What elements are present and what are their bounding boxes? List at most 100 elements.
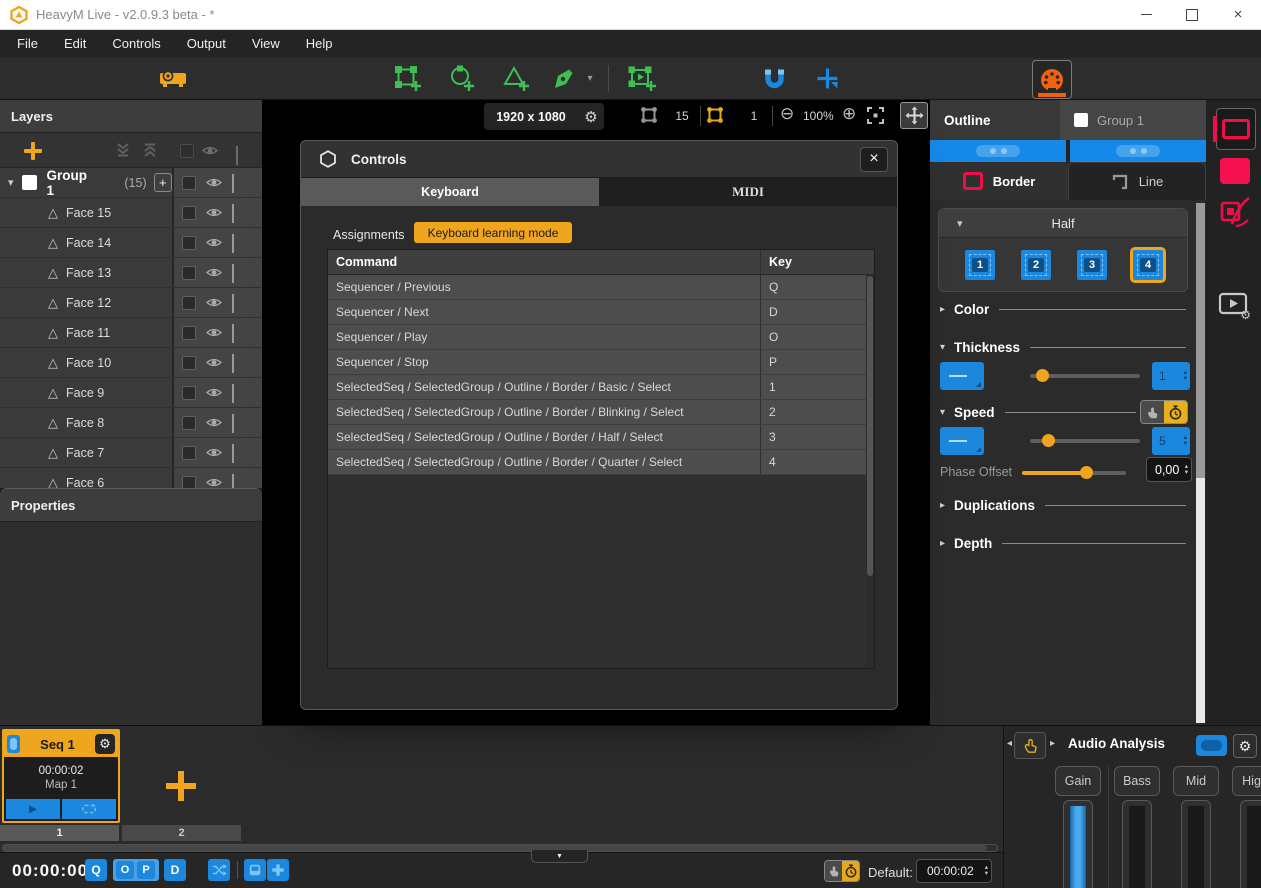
global-state-checkbox[interactable] (180, 144, 194, 158)
expand-chevron-icon[interactable] (232, 294, 234, 312)
add-circle-tool[interactable] (446, 58, 476, 99)
add-column-button[interactable] (267, 859, 289, 881)
layer-row-face[interactable]: △Face 14 (0, 228, 262, 258)
player-settings-button[interactable]: ⚙ (1217, 290, 1253, 324)
controls-dialog-titlebar[interactable]: Controls × (301, 141, 897, 178)
visibility-eye-icon[interactable] (206, 177, 222, 188)
speed-spinner[interactable]: 5 ▴▾ (1152, 427, 1190, 455)
border-mode-dropdown[interactable]: ▾ Half (939, 209, 1187, 238)
visibility-eye-icon[interactable] (206, 207, 222, 218)
spinner-arrows-icon[interactable]: ▴▾ (1184, 427, 1187, 455)
pen-tool[interactable] (549, 58, 577, 99)
visibility-eye-icon[interactable] (206, 447, 222, 458)
table-row[interactable]: Sequencer / StopP (328, 350, 874, 375)
projector-output-button[interactable] (155, 58, 191, 99)
preset-button-3[interactable]: 3 (1077, 250, 1107, 280)
expand-chevron-icon[interactable] (232, 414, 234, 432)
expand-chevron-icon[interactable] (232, 444, 234, 462)
thickness-mode-dropdown[interactable] (940, 362, 984, 390)
speed-mode-dropdown[interactable] (940, 427, 984, 455)
pen-tool-dropdown[interactable]: ▾ (583, 58, 597, 99)
menu-item-output[interactable]: Output (174, 30, 239, 58)
add-quad-tool[interactable] (392, 58, 422, 99)
sequencer-hscrollbar[interactable] (2, 844, 998, 852)
spinner-arrows-icon[interactable]: ▴▾ (1185, 458, 1188, 481)
speed-slider[interactable] (1030, 439, 1140, 443)
add-player-tool[interactable] (625, 58, 657, 99)
layer-row-face[interactable]: △Face 6 (0, 468, 262, 488)
layer-row-group[interactable]: ▾ Group 1 (15) + (0, 168, 262, 198)
expand-chevron-icon[interactable] (232, 354, 234, 372)
zoom-in-button[interactable]: ⊕ (842, 104, 856, 124)
state-checkbox[interactable] (182, 176, 196, 190)
add-triangle-tool[interactable] (500, 58, 530, 99)
tap-tempo-button[interactable] (1014, 732, 1046, 759)
visibility-eye-icon[interactable] (206, 237, 222, 248)
outline-scrollbar[interactable] (1196, 203, 1205, 723)
tab-line[interactable]: Line (1068, 162, 1206, 200)
visibility-eye-icon[interactable] (206, 417, 222, 428)
sequence-play-button[interactable]: ▶ (6, 799, 60, 819)
add-sequence-button[interactable] (166, 771, 196, 801)
expand-chevron-icon[interactable] (232, 234, 234, 252)
phase-offset-thumb[interactable] (1080, 466, 1093, 479)
sequencer-collapse-handle[interactable]: ▼ (531, 850, 588, 863)
expand-chevron-icon[interactable] (232, 264, 234, 282)
key-badge-q[interactable]: Q (85, 859, 107, 881)
sequence-active-indicator[interactable] (7, 735, 20, 753)
state-checkbox[interactable] (182, 356, 196, 370)
state-checkbox[interactable] (182, 416, 196, 430)
menu-item-view[interactable]: View (239, 30, 293, 58)
section-speed[interactable]: ▾ Speed (940, 403, 1136, 421)
table-row[interactable]: Sequencer / PlayO (328, 325, 874, 350)
minimize-button[interactable] (1123, 0, 1169, 29)
group-expander-icon[interactable]: ▾ (8, 176, 14, 189)
state-checkbox[interactable] (182, 476, 196, 489)
expand-chevron-icon[interactable] (232, 174, 234, 192)
expand-chevron-icon[interactable] (232, 324, 234, 342)
visibility-eye-icon[interactable] (206, 327, 222, 338)
preset-button-4[interactable]: 4 (1133, 250, 1163, 280)
close-window-button[interactable]: × (1215, 0, 1261, 29)
layer-row-face[interactable]: △Face 11 (0, 318, 262, 348)
state-checkbox[interactable] (182, 386, 196, 400)
audio-settings-button[interactable]: ⚙ (1233, 734, 1257, 758)
thickness-spinner[interactable]: 1 ▴▾ (1152, 362, 1190, 390)
table-row[interactable]: Sequencer / PreviousQ (328, 275, 874, 300)
group-checkbox[interactable] (22, 175, 37, 190)
spinner-arrows-icon[interactable]: ▴▾ (985, 860, 988, 882)
visibility-eye-icon[interactable] (206, 387, 222, 398)
tab-midi[interactable]: MIDI (599, 178, 897, 206)
sequence-column-2[interactable]: 2 (122, 825, 241, 841)
layer-row-face[interactable]: △Face 13 (0, 258, 262, 288)
state-checkbox[interactable] (182, 236, 196, 250)
sequence-card[interactable]: Seq 1 ⚙ 00:00:02 Map 1 ▶ (2, 729, 120, 823)
spinner-arrows-icon[interactable]: ▴▾ (1184, 362, 1187, 390)
preset-button-1[interactable]: 1 (965, 250, 995, 280)
preset-button-2[interactable]: 2 (1021, 250, 1051, 280)
collapse-right-arrow[interactable]: ▸ (1050, 738, 1055, 749)
layer-row-face[interactable]: △Face 12 (0, 288, 262, 318)
keyboard-learning-mode-button[interactable]: Keyboard learning mode (414, 222, 572, 243)
layer-row-face[interactable]: △Face 15 (0, 198, 262, 228)
speed-slider-thumb[interactable] (1042, 434, 1055, 447)
table-row[interactable]: SelectedSeq / SelectedGroup / Outline / … (328, 425, 874, 450)
maximize-button[interactable] (1169, 0, 1215, 29)
tap-sync-button[interactable] (1141, 401, 1164, 423)
global-visibility-eye-icon[interactable] (202, 145, 218, 156)
layer-row-face[interactable]: △Face 9 (0, 378, 262, 408)
state-checkbox[interactable] (182, 326, 196, 340)
magnet-snap-button[interactable] (760, 58, 788, 99)
tab-border[interactable]: Border (930, 162, 1068, 200)
thickness-slider-thumb[interactable] (1036, 369, 1049, 382)
effect-bar-1[interactable] (930, 140, 1066, 162)
move-layer-down-button[interactable] (114, 142, 131, 163)
midi-mapping-button[interactable] (1032, 60, 1072, 99)
add-anchor-point-button[interactable] (814, 58, 840, 99)
sequence-column-1[interactable]: 1 (0, 825, 119, 841)
menu-item-controls[interactable]: Controls (99, 30, 173, 58)
phase-offset-slider[interactable] (1022, 471, 1126, 475)
layer-row-face[interactable]: △Face 8 (0, 408, 262, 438)
default-duration-spinner[interactable]: 00:00:02 ▴▾ (916, 859, 992, 883)
table-row[interactable]: SelectedSeq / SelectedGroup / Outline / … (328, 450, 874, 475)
